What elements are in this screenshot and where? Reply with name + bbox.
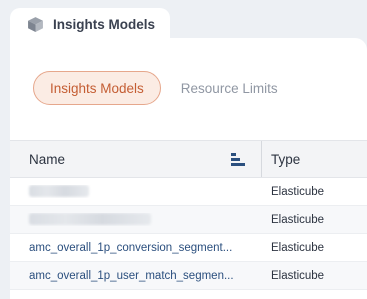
column-header-name[interactable]: Name bbox=[10, 141, 261, 177]
app-frame: Insights Models Insights Models Resource… bbox=[0, 0, 367, 299]
table-row[interactable]: Elasticube bbox=[10, 178, 367, 206]
table-header: Name Type bbox=[10, 140, 367, 178]
cell-type: Elasticube bbox=[271, 213, 325, 226]
tab-label: Insights Models bbox=[53, 16, 156, 32]
cell-type: Elasticube bbox=[271, 269, 325, 282]
cell-name-link[interactable]: amc_overall_1p_conversion_segment... bbox=[10, 242, 261, 254]
content-panel: Insights Models Resource Limits Name Typ… bbox=[10, 38, 367, 299]
cube-icon bbox=[27, 16, 44, 33]
pill-insights-models[interactable]: Insights Models bbox=[33, 71, 161, 105]
redacted-text bbox=[29, 185, 89, 198]
models-table: Name Type Elasticube Elasticube amc_over… bbox=[10, 140, 367, 290]
column-header-name-label: Name bbox=[29, 151, 66, 167]
column-divider[interactable] bbox=[261, 141, 262, 177]
redacted-text bbox=[29, 213, 151, 226]
cell-name-redacted[interactable] bbox=[10, 185, 261, 198]
table-body: Elasticube Elasticube amc_overall_1p_con… bbox=[10, 178, 367, 290]
cell-type: Elasticube bbox=[271, 185, 325, 198]
tab-insights-models[interactable]: Insights Models bbox=[10, 8, 170, 40]
sort-icon[interactable] bbox=[231, 153, 247, 167]
pill-resource-limits[interactable]: Resource Limits bbox=[165, 71, 294, 105]
table-row[interactable]: amc_overall_1p_conversion_segment... Ela… bbox=[10, 234, 367, 262]
cell-name-redacted[interactable] bbox=[10, 213, 261, 226]
view-switcher: Insights Models Resource Limits bbox=[33, 71, 294, 105]
column-header-type[interactable]: Type bbox=[261, 152, 300, 167]
cell-name-link[interactable]: amc_overall_1p_user_match_segmen... bbox=[10, 270, 261, 282]
cell-type: Elasticube bbox=[271, 241, 325, 254]
table-row[interactable]: amc_overall_1p_user_match_segmen... Elas… bbox=[10, 262, 367, 290]
table-row[interactable]: Elasticube bbox=[10, 206, 367, 234]
